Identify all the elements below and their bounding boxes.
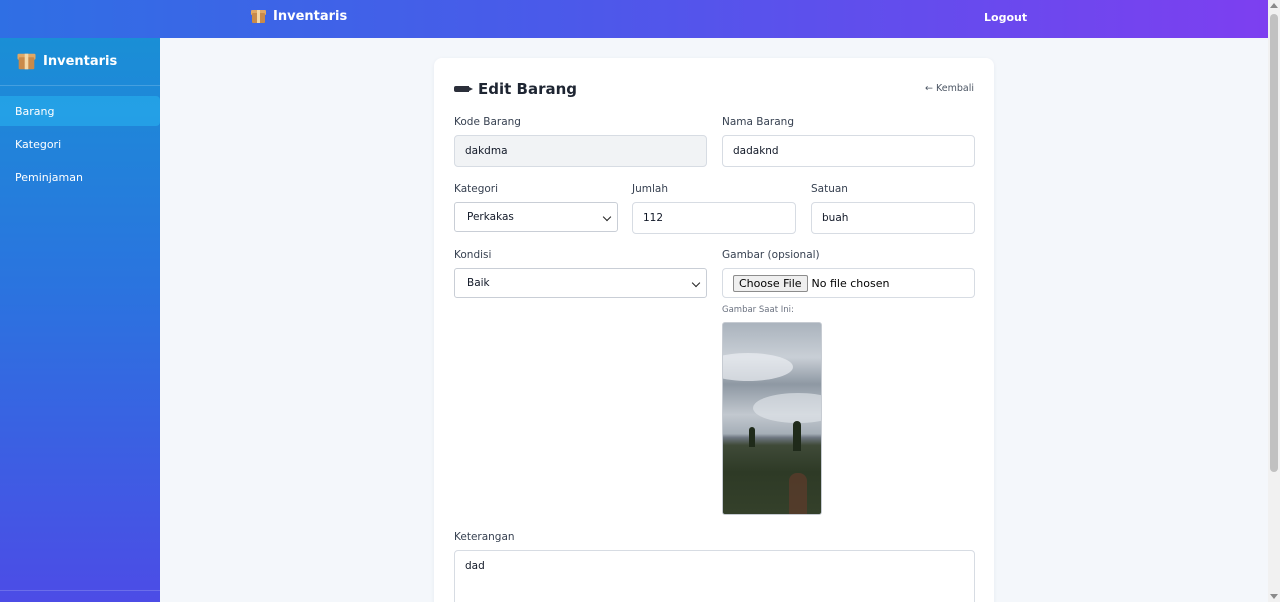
navbar-brand-label: Inventaris — [273, 9, 348, 24]
kategori-select[interactable]: Perkakas — [454, 202, 618, 232]
gambar-label: Gambar (opsional) — [722, 249, 820, 261]
current-image-label: Gambar Saat Ini: — [722, 305, 794, 315]
scroll-up-icon[interactable] — [1270, 3, 1278, 8]
kode-barang-label: Kode Barang — [454, 116, 521, 128]
page-scrollbar[interactable] — [1268, 0, 1280, 602]
back-link[interactable]: ← Kembali — [925, 83, 974, 94]
keterangan-label: Keterangan — [454, 531, 515, 543]
navbar-brand[interactable]: Inventaris — [251, 9, 347, 24]
file-status-text: No file chosen — [811, 276, 890, 290]
kategori-label: Kategori — [454, 183, 499, 195]
kondisi-selected-value: Baik — [467, 277, 490, 289]
sidebar-item-barang[interactable]: Barang — [0, 96, 160, 126]
chevron-down-icon — [691, 278, 701, 288]
kategori-selected-value: Perkakas — [467, 211, 514, 223]
satuan-label: Satuan — [811, 183, 848, 195]
logout-link[interactable]: Logout — [984, 11, 1027, 24]
jumlah-field[interactable]: 112 — [632, 202, 796, 234]
sidebar-item-peminjaman[interactable]: Peminjaman — [0, 162, 160, 192]
satuan-field[interactable]: buah — [811, 202, 975, 234]
gambar-file-input[interactable]: Choose File No file chosen — [722, 268, 975, 298]
sidebar-brand[interactable]: Inventaris — [0, 38, 160, 86]
keterangan-textarea[interactable]: dad — [454, 550, 975, 602]
page-title: Edit Barang — [454, 80, 577, 98]
pen-icon — [454, 86, 473, 92]
scrollbar-thumb[interactable] — [1270, 14, 1278, 472]
sidebar-item-kategori[interactable]: Kategori — [0, 129, 160, 159]
chevron-down-icon — [602, 212, 612, 222]
box-icon — [17, 53, 36, 71]
edit-form-card: Edit Barang ← Kembali Kode Barang dakdma… — [434, 58, 994, 602]
current-image — [722, 322, 822, 515]
sidebar-footer-divider — [0, 590, 160, 602]
kondisi-select[interactable]: Baik — [454, 268, 707, 298]
top-navbar: Inventaris Logout — [0, 0, 1268, 38]
sidebar-brand-label: Inventaris — [43, 54, 118, 69]
kode-barang-field[interactable]: dakdma — [454, 135, 707, 167]
jumlah-label: Jumlah — [632, 183, 668, 195]
scroll-down-icon[interactable] — [1270, 594, 1278, 599]
sidebar: Inventaris Barang Kategori Peminjaman — [0, 38, 160, 602]
page-title-text: Edit Barang — [478, 80, 578, 98]
kondisi-label: Kondisi — [454, 249, 492, 261]
nama-barang-field[interactable]: dadaknd — [722, 135, 975, 167]
sidebar-nav: Barang Kategori Peminjaman — [0, 96, 160, 192]
nama-barang-label: Nama Barang — [722, 116, 794, 128]
box-icon — [251, 9, 266, 24]
choose-file-button[interactable]: Choose File — [733, 274, 808, 292]
